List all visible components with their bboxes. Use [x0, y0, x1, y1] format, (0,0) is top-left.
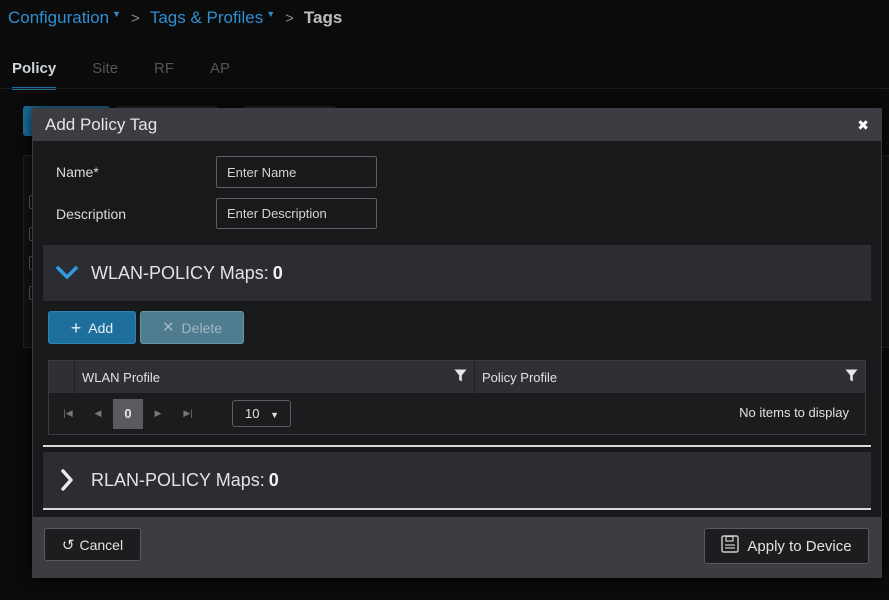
description-row: Description: [56, 198, 377, 229]
rlan-policy-section-title: RLAN-POLICY Maps:: [91, 469, 265, 490]
column-header-label: WLAN Profile: [82, 369, 161, 385]
rlan-policy-section-header[interactable]: RLAN-POLICY Maps: 0: [43, 452, 871, 508]
breadcrumb-tags-profiles[interactable]: Tags & Profiles: [150, 8, 263, 28]
dialog-title: Add Policy Tag: [45, 115, 158, 134]
wlan-policy-grid: WLAN Profile Policy Profile |◀ ◀ 0 ▶ ▶| …: [48, 360, 866, 435]
last-page-icon[interactable]: ▶|: [173, 408, 203, 419]
chevron-right-icon: >: [285, 9, 294, 27]
caret-down-icon: ▼: [270, 410, 279, 420]
add-button[interactable]: + Add: [48, 311, 136, 344]
name-input[interactable]: [216, 156, 377, 188]
breadcrumb-current: Tags: [303, 8, 343, 27]
caret-down-icon[interactable]: ▼: [112, 9, 121, 19]
save-icon: [721, 535, 740, 557]
grid-pager: |◀ ◀ 0 ▶ ▶| 10 ▼ No items to display: [49, 393, 865, 434]
add-policy-tag-dialog: Add Policy Tag ✖ Name* Description WLAN-…: [32, 108, 882, 578]
page-size-value: 10: [245, 406, 260, 421]
apply-button-label: Apply to Device: [747, 537, 852, 555]
chevron-right-icon[interactable]: [47, 469, 87, 491]
description-input[interactable]: [216, 198, 377, 229]
chevron-right-icon: >: [131, 9, 140, 27]
tab-ap[interactable]: AP: [210, 60, 230, 90]
previous-page-icon[interactable]: ◀: [83, 408, 113, 419]
page-size-select[interactable]: 10 ▼: [232, 400, 291, 427]
wlan-policy-section-title: WLAN-POLICY Maps:: [91, 262, 269, 283]
rlan-policy-count: 0: [268, 469, 279, 490]
current-page[interactable]: 0: [113, 398, 143, 429]
delete-button-label: Delete: [181, 319, 223, 336]
cancel-button-label: Cancel: [79, 536, 124, 553]
breadcrumb: Configuration ▼ > Tags & Profiles ▼ > Ta…: [8, 8, 342, 28]
column-wlan-profile: WLAN Profile: [75, 361, 475, 393]
tabs-divider: [0, 88, 889, 89]
delete-button[interactable]: ✕ Delete: [140, 311, 244, 344]
breadcrumb-configuration[interactable]: Configuration: [8, 8, 109, 28]
wlan-policy-section-header[interactable]: WLAN-POLICY Maps: 0: [43, 245, 871, 301]
grid-header: WLAN Profile Policy Profile: [49, 361, 865, 393]
column-header-label: Policy Profile: [482, 369, 558, 385]
wlan-policy-count: 0: [272, 262, 283, 283]
close-icon[interactable]: ✖: [857, 117, 869, 134]
apply-to-device-button[interactable]: Apply to Device: [704, 528, 869, 564]
chevron-down-icon[interactable]: [47, 266, 87, 280]
page-tabs: Policy Site RF AP: [0, 60, 254, 90]
caret-down-icon[interactable]: ▼: [266, 9, 275, 19]
description-label: Description: [56, 205, 127, 222]
tab-rf[interactable]: RF: [154, 60, 174, 90]
cancel-button[interactable]: ↺ Cancel: [44, 528, 141, 561]
filter-icon[interactable]: [845, 369, 858, 385]
section-divider: [43, 445, 871, 447]
next-page-icon[interactable]: ▶: [143, 408, 173, 419]
first-page-icon[interactable]: |◀: [53, 408, 83, 419]
column-policy-profile: Policy Profile: [475, 361, 865, 393]
undo-icon: ↺: [61, 536, 75, 554]
section-divider: [43, 508, 871, 510]
plus-icon: +: [70, 317, 82, 338]
tab-site[interactable]: Site: [92, 60, 118, 90]
x-icon: ✕: [161, 319, 175, 336]
filter-icon[interactable]: [454, 369, 467, 385]
tab-policy[interactable]: Policy: [12, 60, 57, 90]
grid-empty-text: No items to display: [739, 405, 849, 420]
add-button-label: Add: [88, 319, 114, 336]
dialog-footer: ↺ Cancel Apply to Device: [33, 517, 881, 577]
select-all-cell[interactable]: [49, 361, 75, 393]
name-label: Name*: [56, 164, 99, 180]
dialog-header: Add Policy Tag ✖: [33, 109, 881, 141]
name-row: Name*: [56, 156, 377, 188]
